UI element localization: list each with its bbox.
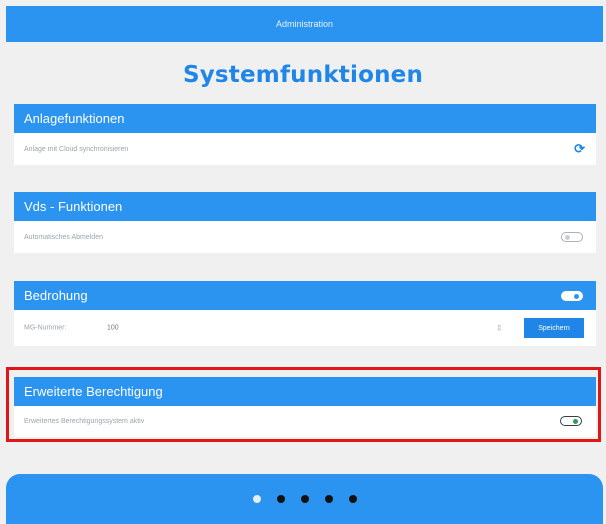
mg-number-input[interactable]: 100 bbox=[107, 325, 119, 332]
section-anlagefunktionen: Anlagefunktionen Anlage mit Cloud synchr… bbox=[14, 104, 596, 165]
mg-number-row: MG-Nummer: 100 ⇕ Speichern bbox=[14, 310, 596, 346]
mg-number-label: MG-Nummer: bbox=[24, 324, 67, 332]
toggle-knob bbox=[574, 294, 579, 299]
pagination-bar bbox=[6, 474, 603, 524]
toggle-knob bbox=[565, 235, 570, 240]
bedrohung-toggle[interactable] bbox=[561, 291, 583, 301]
page-title: Systemfunktionen bbox=[182, 62, 424, 88]
auto-logout-toggle[interactable] bbox=[561, 232, 583, 242]
pagination-dot[interactable] bbox=[252, 495, 261, 503]
section-bedrohung: Bedrohung MG-Nummer: 100 ⇕ Speichern bbox=[14, 281, 596, 346]
pagination-dot[interactable] bbox=[300, 495, 309, 503]
top-bar: Administration bbox=[6, 6, 603, 42]
header-title: Administration bbox=[275, 19, 334, 29]
sync-icon[interactable]: ⟳ bbox=[574, 141, 585, 157]
pagination-dot[interactable] bbox=[348, 495, 357, 503]
highlight-box bbox=[6, 367, 601, 442]
pagination-dot[interactable] bbox=[276, 495, 285, 503]
save-button[interactable]: Speichern bbox=[524, 318, 584, 338]
section-header: Anlagefunktionen bbox=[14, 104, 596, 133]
section-vds-funktionen: Vds - Funktionen Automatisches Abmelden bbox=[14, 192, 596, 253]
auto-logout-row: Automatisches Abmelden bbox=[14, 221, 596, 253]
section-title: Bedrohung bbox=[24, 288, 88, 303]
section-title: Anlagefunktionen bbox=[24, 111, 125, 126]
section-header: Vds - Funktionen bbox=[14, 192, 596, 221]
section-title: Vds - Funktionen bbox=[24, 199, 123, 214]
cloud-sync-label: Anlage mit Cloud synchronisieren bbox=[24, 145, 129, 153]
spinner-icon[interactable]: ⇕ bbox=[496, 324, 503, 333]
section-header: Bedrohung bbox=[14, 281, 596, 310]
auto-logout-label: Automatisches Abmelden bbox=[24, 233, 103, 241]
pagination-dot[interactable] bbox=[324, 495, 333, 503]
cloud-sync-row[interactable]: Anlage mit Cloud synchronisieren ⟳ bbox=[14, 133, 596, 165]
